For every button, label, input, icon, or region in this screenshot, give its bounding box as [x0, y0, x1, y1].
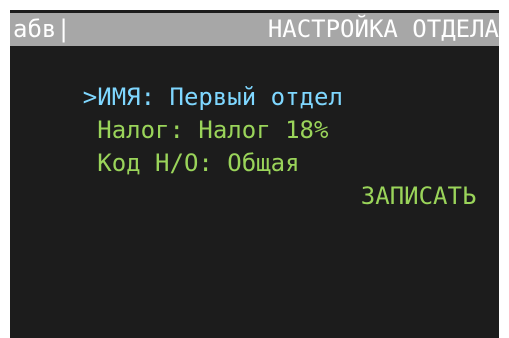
menu-item-tax-code[interactable]: Код Н/О: Общая — [25, 115, 300, 211]
save-button-label: ЗАПИСАТЬ — [360, 182, 477, 210]
screen-title: НАСТРОЙКА ОТДЕЛА — [267, 15, 499, 43]
input-mode-indicator: абв| — [13, 15, 71, 43]
save-button[interactable]: ЗАПИСАТЬ — [303, 148, 477, 244]
device-screen: абв| НАСТРОЙКА ОТДЕЛА >ИМЯ: Первый отдел… — [10, 10, 499, 338]
title-bar: абв| НАСТРОЙКА ОТДЕЛА — [10, 13, 499, 46]
menu-item-tax-code-cursor — [83, 149, 97, 177]
menu-item-tax-code-label: Код Н/О: Общая — [97, 149, 300, 177]
